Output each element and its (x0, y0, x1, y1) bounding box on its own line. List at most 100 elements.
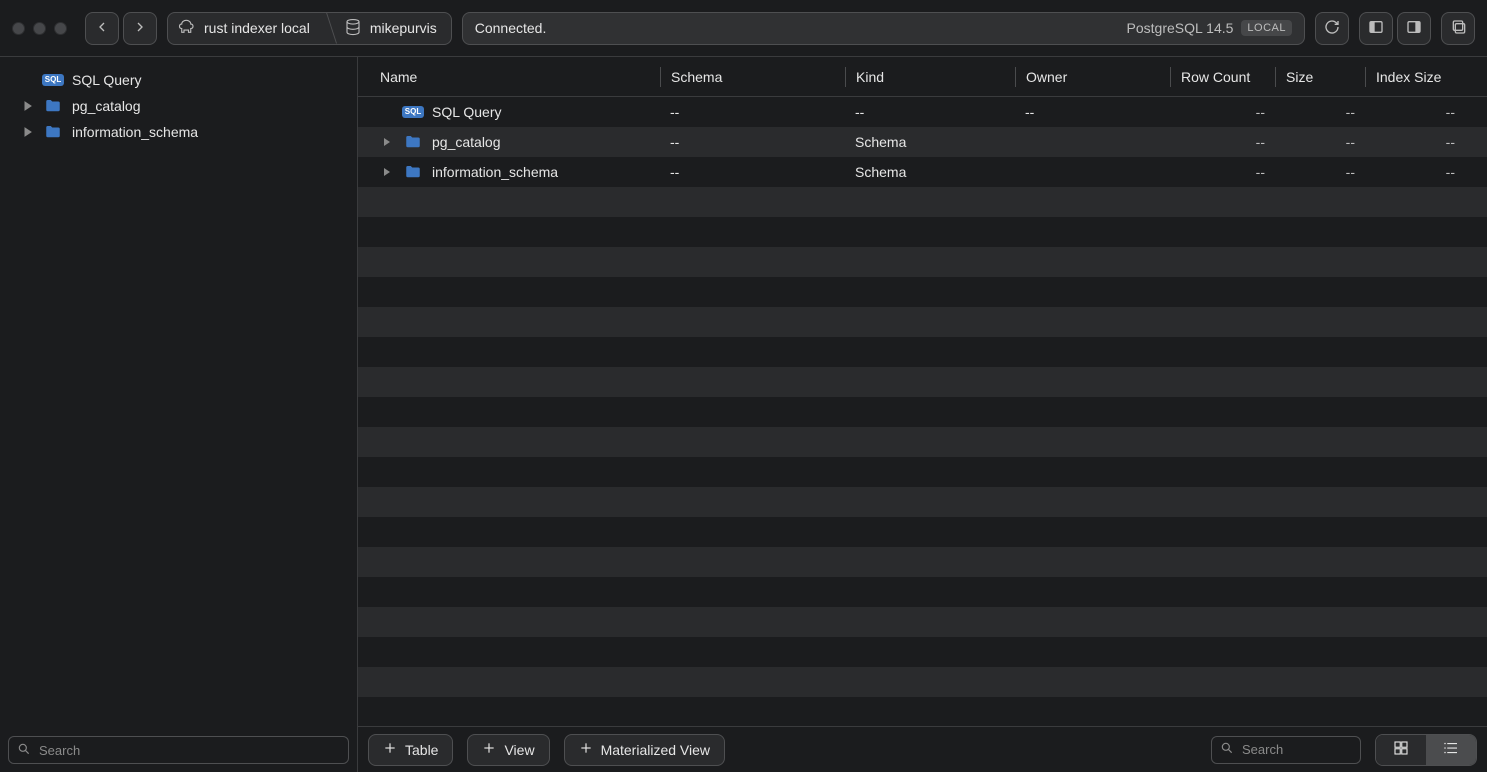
sidebar-item-label: pg_catalog (72, 98, 141, 114)
table-row-empty (358, 337, 1487, 367)
add-matview-label: Materialized View (601, 742, 710, 758)
main-split: SQL SQL Query pg_catalog information_schema… (0, 57, 1487, 772)
table-row-empty (358, 217, 1487, 247)
status-bar: Connected. PostgreSQL 14.5 LOCAL (462, 12, 1305, 45)
list-view-button[interactable] (1426, 735, 1476, 765)
sidebar-item-label: information_schema (72, 124, 198, 140)
col-schema[interactable]: Schema (660, 67, 845, 87)
row-name-label: SQL Query (432, 104, 502, 120)
cell-row-count: -- (1170, 164, 1275, 180)
folder-icon (42, 97, 64, 115)
sidebar-item-information_schema[interactable]: information_schema (4, 119, 353, 145)
table-row[interactable]: information_schema--Schema------ (358, 157, 1487, 187)
connection-status: Connected. (475, 20, 547, 36)
chevron-left-icon (94, 19, 110, 38)
sidebar-item-pg_catalog[interactable]: pg_catalog (4, 93, 353, 119)
add-matview-button[interactable]: Materialized View (564, 734, 725, 766)
breadcrumb-connection[interactable]: rust indexer local (168, 13, 324, 44)
cell-owner: -- (1015, 104, 1170, 120)
table-row-empty (358, 577, 1487, 607)
add-table-button[interactable]: Table (368, 734, 453, 766)
table-row-empty (358, 547, 1487, 577)
sidebar-item-label: SQL Query (72, 72, 142, 88)
disclosure-triangle-icon[interactable] (380, 167, 394, 177)
table-row-empty (358, 187, 1487, 217)
stack-icon (1450, 19, 1466, 38)
sidebar-search-input[interactable] (37, 742, 340, 759)
table-row[interactable]: SQLSQL Query------------ (358, 97, 1487, 127)
database-icon (344, 18, 362, 39)
cell-index-size: -- (1365, 104, 1465, 120)
row-name-label: information_schema (432, 164, 558, 180)
sidebar: SQL SQL Query pg_catalog information_schema (0, 57, 358, 772)
server-badge: LOCAL (1241, 20, 1292, 36)
col-size[interactable]: Size (1275, 67, 1365, 87)
windows-button[interactable] (1441, 12, 1475, 45)
sql-icon: SQL (42, 74, 64, 86)
breadcrumb: rust indexer local mikepurvis (167, 12, 452, 45)
toolbar: rust indexer local mikepurvis Connected.… (0, 0, 1487, 57)
disclosure-triangle-icon[interactable] (22, 101, 34, 111)
forward-button[interactable] (123, 12, 157, 45)
search-icon (1220, 741, 1234, 758)
footer-search-field[interactable] (1211, 736, 1361, 764)
table-row-empty (358, 247, 1487, 277)
table-row[interactable]: pg_catalog--Schema------ (358, 127, 1487, 157)
table-row-empty (358, 637, 1487, 667)
grid-header: Name Schema Kind Owner Row Count Size In… (358, 57, 1487, 97)
add-view-label: View (504, 742, 534, 758)
breadcrumb-connection-label: rust indexer local (204, 20, 310, 36)
cell-schema: -- (660, 134, 845, 150)
sidebar-item-sql-query[interactable]: SQL SQL Query (4, 67, 353, 93)
panel-left-icon (1368, 19, 1384, 38)
app-window: rust indexer local mikepurvis Connected.… (0, 0, 1487, 772)
table-row-empty (358, 487, 1487, 517)
content: Name Schema Kind Owner Row Count Size In… (358, 57, 1487, 772)
breadcrumb-database[interactable]: mikepurvis (324, 13, 451, 44)
sql-icon: SQL (402, 106, 424, 118)
folder-icon (402, 163, 424, 181)
cell-size: -- (1275, 164, 1365, 180)
back-button[interactable] (85, 12, 119, 45)
table-row-empty (358, 667, 1487, 697)
chevron-right-icon (132, 19, 148, 38)
toggle-left-panel-button[interactable] (1359, 12, 1393, 45)
plus-icon (482, 741, 496, 758)
cell-schema: -- (660, 104, 845, 120)
cell-index-size: -- (1365, 164, 1465, 180)
minimize-window-button[interactable] (33, 22, 46, 35)
table-row-empty (358, 607, 1487, 637)
col-kind[interactable]: Kind (845, 67, 1015, 87)
row-name-label: pg_catalog (432, 134, 501, 150)
nav-buttons (85, 12, 157, 45)
table-row-empty (358, 427, 1487, 457)
add-view-button[interactable]: View (467, 734, 549, 766)
object-grid: Name Schema Kind Owner Row Count Size In… (358, 57, 1487, 726)
window-controls (12, 22, 67, 35)
col-indexsize[interactable]: Index Size (1365, 67, 1465, 87)
search-icon (17, 742, 31, 759)
cell-kind: Schema (845, 134, 1015, 150)
zoom-window-button[interactable] (54, 22, 67, 35)
refresh-icon (1324, 19, 1340, 38)
close-window-button[interactable] (12, 22, 25, 35)
cell-schema: -- (660, 164, 845, 180)
refresh-button[interactable] (1315, 12, 1349, 45)
list-icon (1442, 739, 1460, 760)
cell-name: pg_catalog (370, 133, 660, 151)
cell-row-count: -- (1170, 134, 1275, 150)
sidebar-search-field[interactable] (8, 736, 349, 764)
folder-icon (42, 123, 64, 141)
col-name[interactable]: Name (370, 67, 660, 87)
plus-icon (579, 741, 593, 758)
cell-index-size: -- (1365, 134, 1465, 150)
disclosure-triangle-icon[interactable] (22, 127, 34, 137)
col-owner[interactable]: Owner (1015, 67, 1170, 87)
disclosure-triangle-icon[interactable] (380, 137, 394, 147)
grid-view-button[interactable] (1376, 735, 1426, 765)
folder-icon (402, 133, 424, 151)
toggle-right-panel-button[interactable] (1397, 12, 1431, 45)
elephant-icon (178, 18, 196, 39)
col-rowcount[interactable]: Row Count (1170, 67, 1275, 87)
cell-name: SQL SQL Query (370, 104, 660, 120)
